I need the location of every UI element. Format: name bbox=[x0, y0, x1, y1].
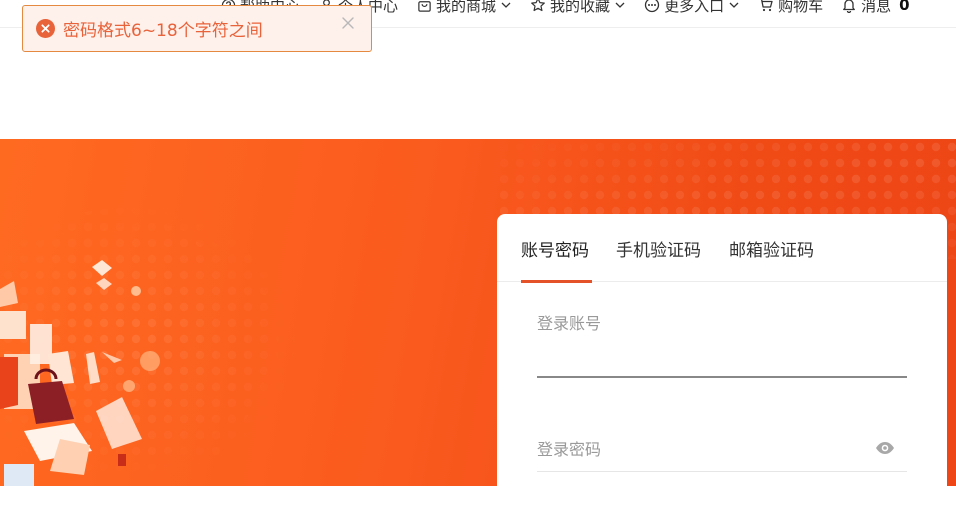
bag-icon bbox=[416, 0, 432, 13]
star-icon bbox=[530, 0, 546, 13]
password-field[interactable]: 登录密码 bbox=[537, 436, 907, 472]
account-input[interactable] bbox=[537, 340, 907, 370]
chevron-down-icon bbox=[614, 0, 626, 11]
nav-messages[interactable]: 消息 0 bbox=[841, 0, 910, 16]
message-count: 0 bbox=[899, 0, 910, 14]
nav-my-mall[interactable]: 我的商城 bbox=[416, 0, 512, 16]
nav-more-label: 更多入口 bbox=[664, 0, 725, 15]
nav-my-favorites-label: 我的收藏 bbox=[550, 0, 611, 15]
nav-more-entries[interactable]: 更多入口 bbox=[644, 0, 740, 16]
login-card: 账号密码 手机验证码 邮箱验证码 登录账号 登录密码 bbox=[497, 214, 947, 514]
password-label: 登录密码 bbox=[537, 440, 602, 459]
error-toast: 密码格式6~18个字符之间 bbox=[22, 5, 372, 52]
nav-cart-label: 购物车 bbox=[778, 0, 824, 15]
cart-icon bbox=[758, 0, 774, 13]
bell-icon bbox=[841, 0, 857, 13]
eye-icon[interactable] bbox=[875, 440, 895, 454]
nav-messages-label: 消息 bbox=[861, 0, 892, 15]
nav-cart[interactable]: 购物车 bbox=[758, 0, 823, 16]
tab-phone-code[interactable]: 手机验证码 bbox=[616, 236, 701, 261]
close-icon[interactable] bbox=[341, 15, 355, 29]
tab-email-code[interactable]: 邮箱验证码 bbox=[729, 236, 814, 261]
more-icon bbox=[644, 0, 660, 13]
tab-account-password[interactable]: 账号密码 bbox=[521, 236, 589, 261]
chevron-down-icon bbox=[500, 0, 512, 11]
login-tabs: 账号密码 手机验证码 邮箱验证码 bbox=[497, 214, 947, 283]
error-icon bbox=[36, 19, 55, 38]
toast-message: 密码格式6~18个字符之间 bbox=[63, 21, 263, 41]
chevron-down-icon bbox=[728, 0, 740, 11]
nav-my-mall-label: 我的商城 bbox=[436, 0, 497, 15]
account-field[interactable]: 登录账号 bbox=[537, 310, 907, 378]
account-label: 登录账号 bbox=[537, 314, 602, 333]
active-tab-indicator bbox=[521, 280, 592, 283]
nav-my-favorites[interactable]: 我的收藏 bbox=[530, 0, 626, 16]
